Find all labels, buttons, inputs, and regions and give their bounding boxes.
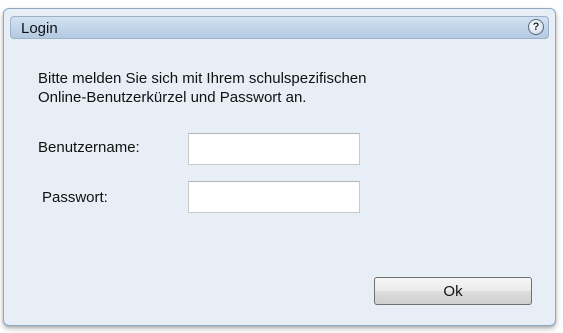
- dialog-titlebar[interactable]: Login ?: [10, 16, 549, 39]
- login-instructions: Bitte melden Sie sich mit Ihrem schulspe…: [38, 69, 518, 107]
- instruction-line-1: Bitte melden Sie sich mit Ihrem schulspe…: [38, 70, 367, 87]
- username-input[interactable]: [188, 133, 360, 165]
- ok-button[interactable]: Ok: [374, 277, 532, 305]
- instruction-line-2: Online-Benutzerkürzel und Passwort an.: [38, 89, 307, 106]
- dialog-title: Login: [21, 20, 58, 37]
- help-question-icon[interactable]: ?: [528, 19, 544, 35]
- password-input[interactable]: [188, 181, 360, 213]
- username-label: Benutzername:: [38, 139, 140, 156]
- password-label: Passwort:: [42, 189, 108, 206]
- login-dialog: Login ? Bitte melden Sie sich mit Ihrem …: [3, 8, 556, 326]
